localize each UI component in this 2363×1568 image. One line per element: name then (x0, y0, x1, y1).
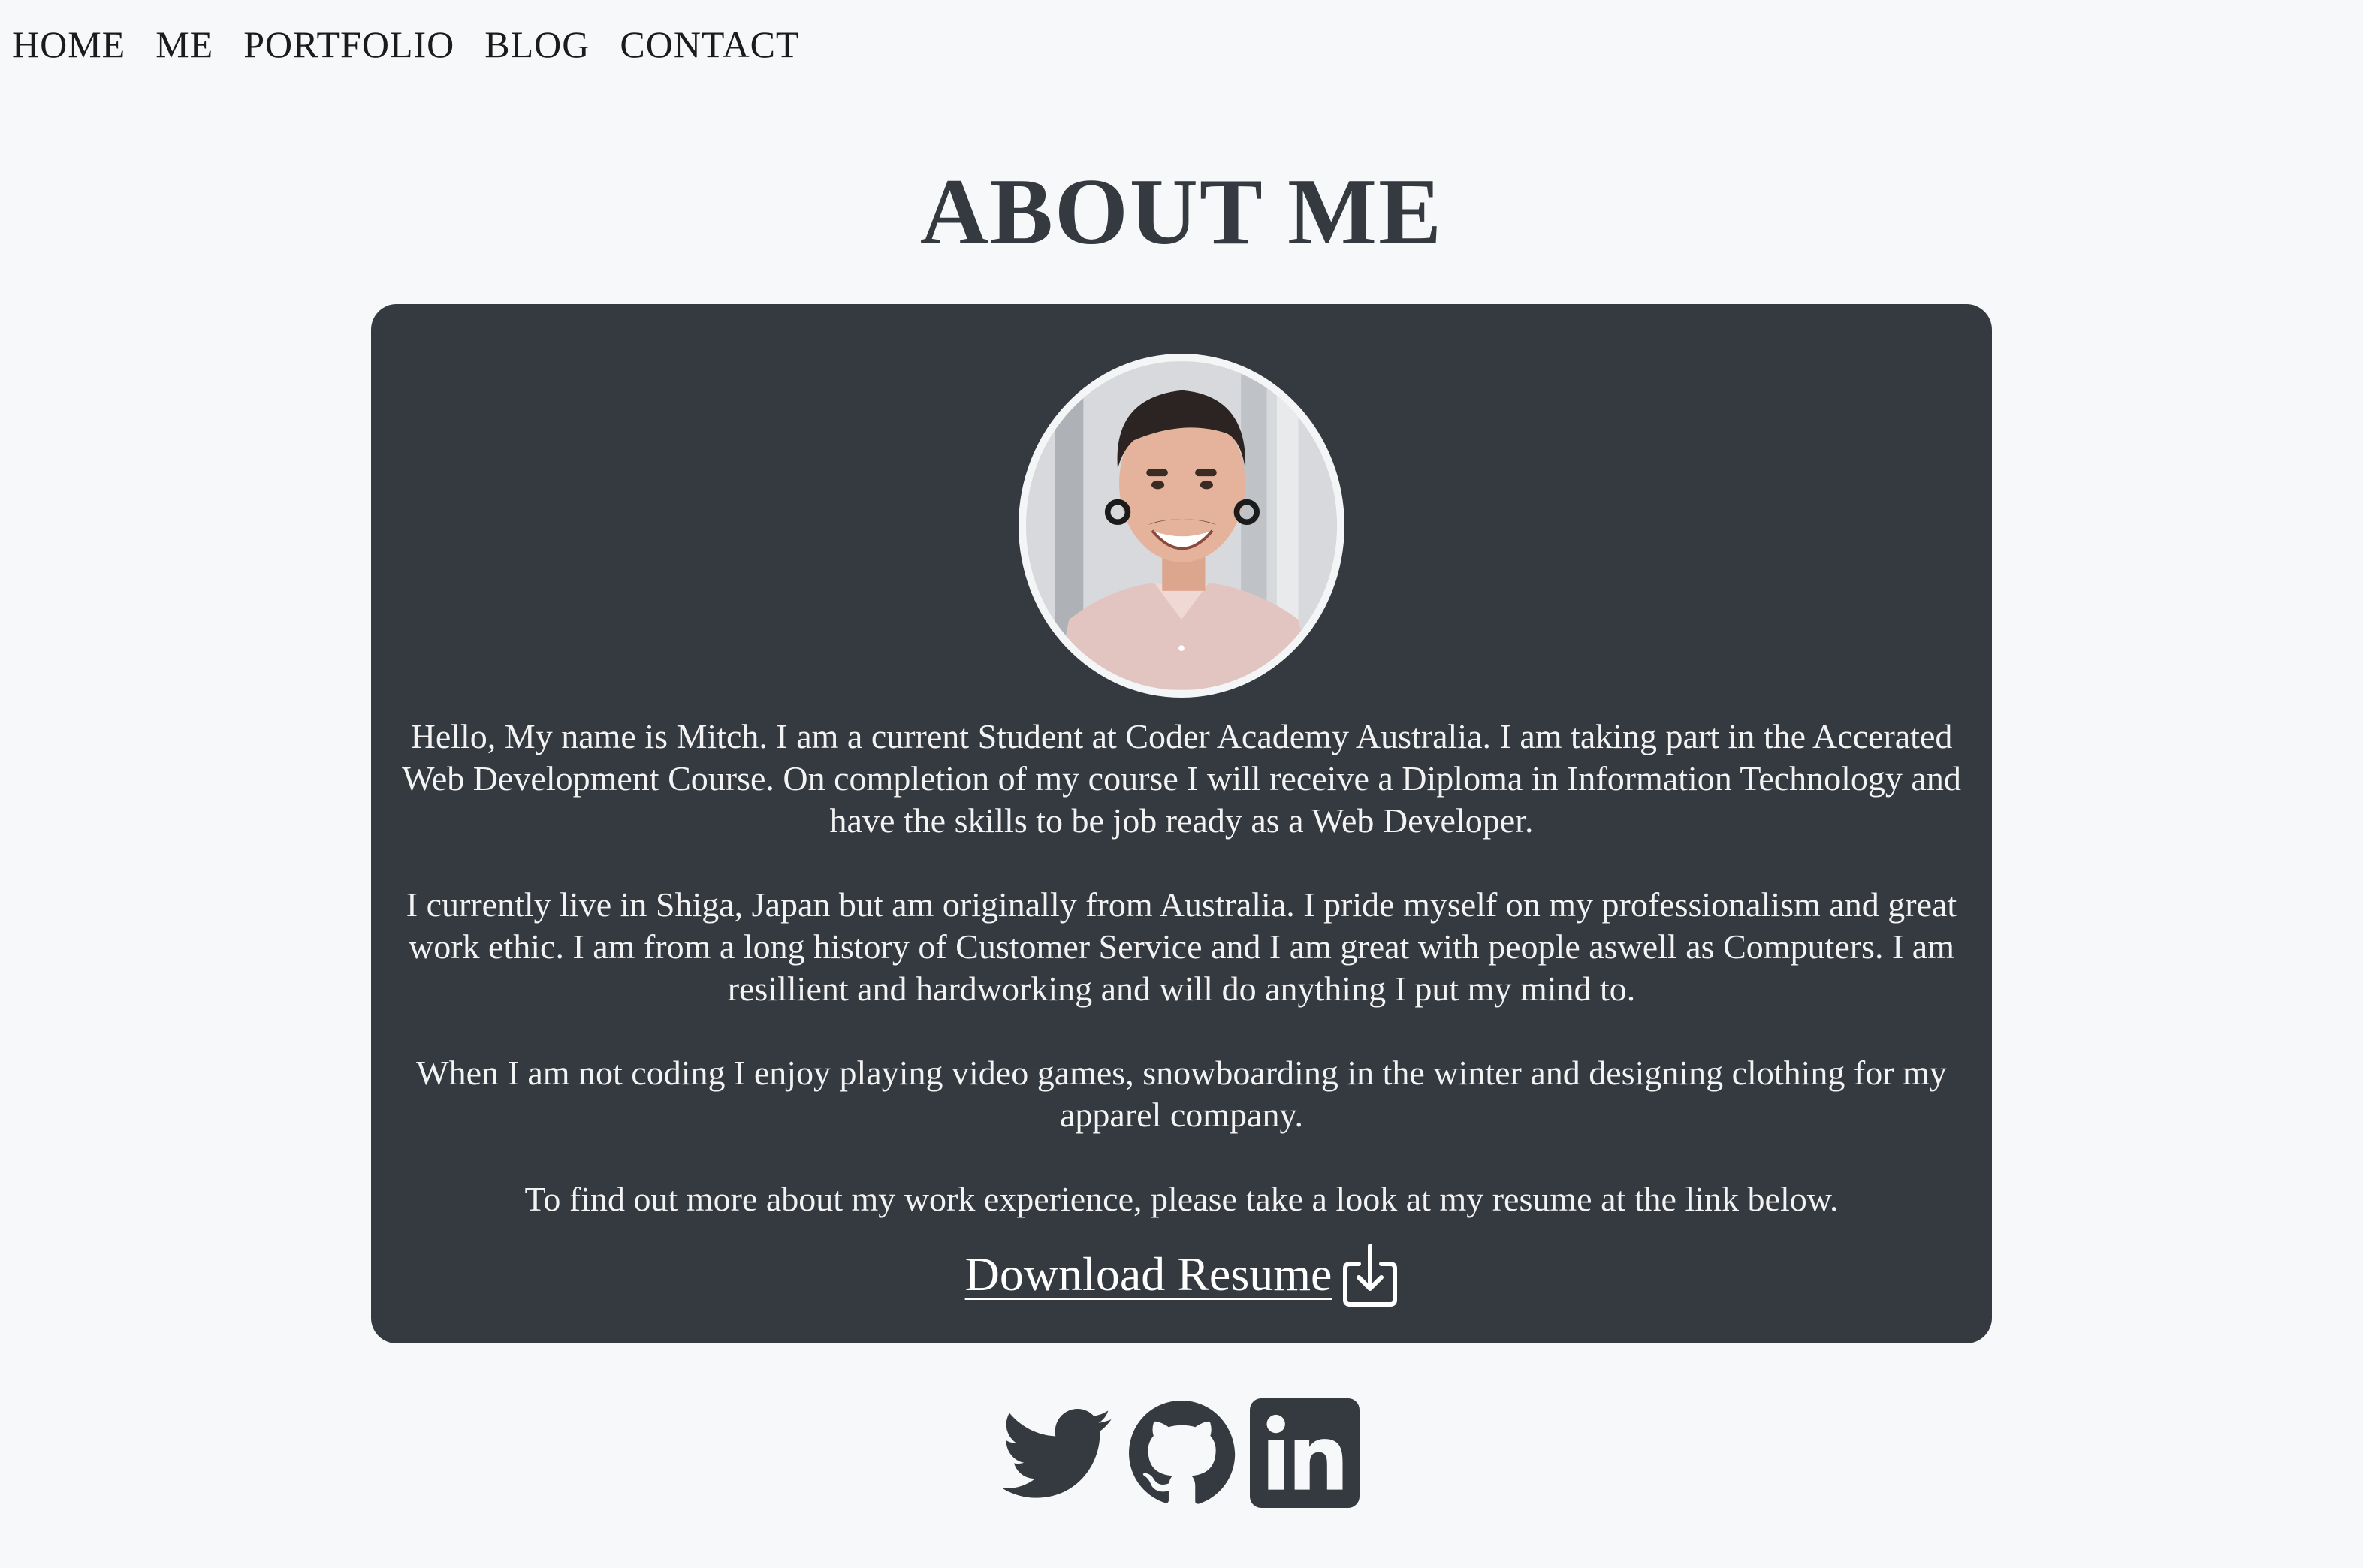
about-card: Hello, My name is Mitch. I am a current … (371, 304, 1992, 1343)
github-icon[interactable] (1127, 1398, 1236, 1508)
nav-portfolio-link[interactable]: PORTFOLIO (243, 23, 454, 66)
nav-me-link[interactable]: ME (155, 23, 213, 66)
top-nav: HOME ME PORTFOLIO BLOG CONTACT (12, 23, 799, 66)
nav-home-link[interactable]: HOME (12, 23, 125, 66)
download-icon[interactable] (1342, 1241, 1398, 1307)
bio-paragraph: When I am not coding I enjoy playing vid… (416, 1054, 1947, 1134)
nav-contact-link[interactable]: CONTACT (620, 23, 799, 66)
bio-paragraph: I currently live in Shiga, Japan but am … (406, 885, 1957, 1008)
linkedin-icon[interactable] (1250, 1398, 1360, 1508)
avatar (1019, 354, 1344, 698)
bio-paragraph: To find out more about my work experienc… (524, 1180, 1839, 1218)
nav-blog-link[interactable]: BLOG (484, 23, 590, 66)
twitter-icon[interactable] (1003, 1398, 1113, 1508)
bio-text: Hello, My name is Mitch. I am a current … (401, 716, 1962, 1220)
profile-photo (1026, 361, 1337, 690)
social-links (1003, 1398, 1360, 1508)
bio-paragraph: Hello, My name is Mitch. I am a current … (402, 717, 1961, 840)
page-title: ABOUT ME (919, 160, 1444, 264)
download-row: Download Resume (371, 1241, 1992, 1307)
download-resume-link[interactable]: Download Resume (965, 1247, 1332, 1302)
